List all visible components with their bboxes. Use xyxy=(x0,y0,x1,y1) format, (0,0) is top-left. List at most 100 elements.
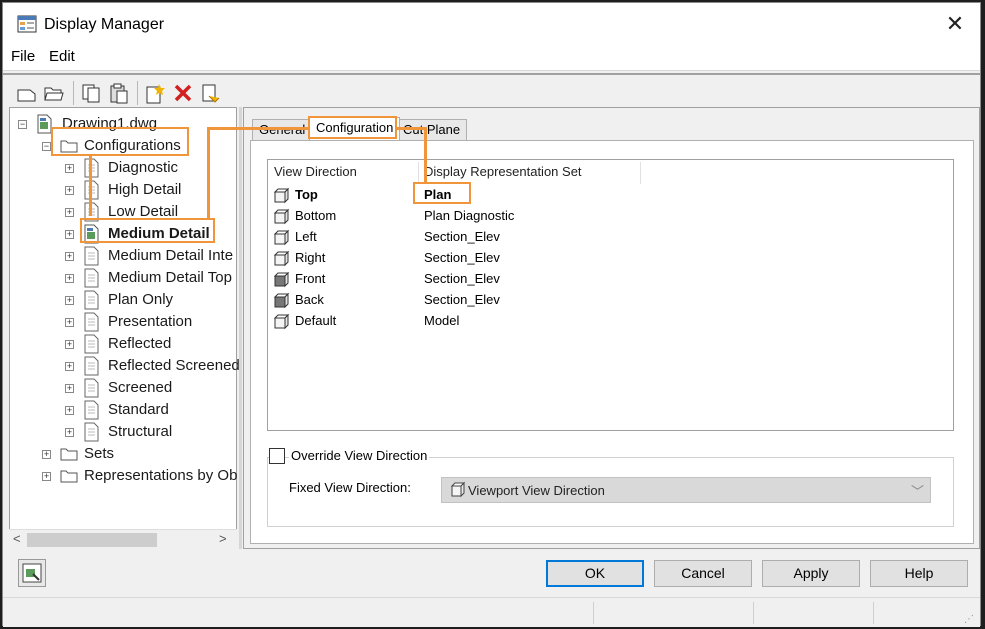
open-icon[interactable] xyxy=(43,82,65,104)
close-button[interactable]: ✕ xyxy=(942,11,968,37)
folder-icon xyxy=(60,139,78,159)
expand-icon[interactable]: + xyxy=(65,164,74,173)
tree-item-configuration[interactable]: + Standard xyxy=(10,400,236,420)
column-header-display-rep-set[interactable]: Display Representation Set xyxy=(424,164,582,179)
delete-icon[interactable] xyxy=(172,82,194,104)
expand-icon[interactable]: + xyxy=(42,472,51,481)
tree-item-configuration[interactable]: + High Detail xyxy=(10,180,236,200)
tree-item-label: Plan Only xyxy=(108,291,174,308)
fixed-view-direction-label: Fixed View Direction: xyxy=(289,480,411,495)
table-row[interactable]: Right Section_Elev xyxy=(268,248,953,268)
column-header-view-direction[interactable]: View Direction xyxy=(274,164,357,179)
configuration-icon xyxy=(83,400,100,420)
resize-grip-icon[interactable]: ⋰ xyxy=(964,614,974,625)
tree-item-configuration[interactable]: + Diagnostic xyxy=(10,158,236,178)
tree-item-configuration[interactable]: + Medium Detail Inte xyxy=(10,246,236,266)
menu-bar: File Edit xyxy=(3,45,980,71)
tree-item-label: Screened xyxy=(108,379,173,396)
view-direction-cube-icon xyxy=(273,250,290,267)
tab-configuration[interactable]: Configuration xyxy=(309,117,401,142)
expand-icon[interactable]: + xyxy=(65,340,74,349)
tree-node-representations[interactable]: + Representations by Ob xyxy=(10,466,238,486)
display-rep-set-cell[interactable]: Section_Elev xyxy=(424,292,500,307)
fixed-view-direction-select[interactable]: Viewport View Direction ﹀ xyxy=(441,477,931,503)
override-view-direction-checkbox[interactable] xyxy=(269,448,285,464)
expand-icon[interactable]: + xyxy=(65,362,74,371)
configuration-icon xyxy=(83,158,100,178)
expand-icon[interactable]: + xyxy=(65,208,74,217)
tree-item-configuration[interactable]: + Presentation xyxy=(10,312,236,332)
tree-item-configuration[interactable]: + Screened xyxy=(10,378,236,398)
expand-icon[interactable]: + xyxy=(65,406,74,415)
drawing-file-icon xyxy=(36,114,53,134)
tab-cut-plane[interactable]: Cut Plane xyxy=(396,119,468,141)
tree-root-drawing[interactable]: − Drawing1.dwg xyxy=(10,114,236,134)
tree-item-configuration[interactable]: + Reflected Screened xyxy=(10,356,240,376)
tree-item-label: Diagnostic xyxy=(108,159,179,176)
expand-icon[interactable]: + xyxy=(65,230,74,239)
expand-icon[interactable]: + xyxy=(65,296,74,305)
tree-item-configuration[interactable]: + Low Detail xyxy=(10,202,236,222)
table-row[interactable]: Bottom Plan Diagnostic xyxy=(268,206,953,226)
configuration-icon xyxy=(83,246,100,266)
expand-icon[interactable]: + xyxy=(65,252,74,261)
tree-item-configuration[interactable]: + Reflected xyxy=(10,334,236,354)
paste-icon[interactable] xyxy=(108,82,130,104)
expand-icon[interactable]: + xyxy=(65,384,74,393)
ok-button[interactable]: OK xyxy=(546,560,644,587)
display-manager-tool-icon[interactable] xyxy=(18,559,46,587)
display-rep-set-cell[interactable]: Section_Elev xyxy=(424,271,500,286)
table-row[interactable]: Front Section_Elev xyxy=(268,269,953,289)
tree-item-label: Medium Detail Inte xyxy=(108,247,234,264)
close-icon: ✕ xyxy=(945,11,965,36)
collapse-icon[interactable]: − xyxy=(18,120,27,129)
expand-icon[interactable]: + xyxy=(65,428,74,437)
table-row[interactable]: Left Section_Elev xyxy=(268,227,953,247)
table-row[interactable]: Default Model xyxy=(268,311,953,331)
display-manager-app-icon xyxy=(17,15,37,33)
tab-general[interactable]: General xyxy=(252,119,313,141)
view-direction-cube-icon xyxy=(273,229,290,246)
new-item-icon[interactable] xyxy=(144,82,166,104)
configuration-icon xyxy=(83,224,100,244)
expand-icon[interactable]: + xyxy=(65,274,74,283)
configuration-icon xyxy=(83,268,100,288)
configuration-icon xyxy=(83,334,100,354)
display-rep-set-cell[interactable]: Section_Elev xyxy=(424,229,500,244)
scroll-right-icon[interactable]: > xyxy=(219,531,227,546)
display-rep-set-cell[interactable]: Plan Diagnostic xyxy=(424,208,514,223)
configuration-tree[interactable]: − Drawing1.dwg − Configurations + Diagnostic +… xyxy=(9,107,240,549)
new-icon[interactable] xyxy=(16,82,38,104)
tree-item-configuration[interactable]: + Medium Detail xyxy=(10,224,236,244)
tree-item-configuration[interactable]: + Structural xyxy=(10,422,236,442)
help-button[interactable]: Help xyxy=(870,560,968,587)
tree-item-label: Reflected xyxy=(108,335,172,352)
expand-icon[interactable]: + xyxy=(65,186,74,195)
cancel-button[interactable]: Cancel xyxy=(654,560,752,587)
display-rep-set-cell[interactable]: Model xyxy=(424,313,459,328)
expand-icon[interactable]: + xyxy=(42,450,51,459)
tree-horizontal-scrollbar[interactable]: < > xyxy=(9,529,237,549)
table-row[interactable]: Top Plan xyxy=(268,185,953,205)
view-direction-list[interactable]: View Direction Display Representation Se… xyxy=(267,159,954,431)
menu-file[interactable]: File xyxy=(11,48,35,65)
panel-splitter[interactable] xyxy=(239,107,242,549)
display-rep-set-cell[interactable]: Section_Elev xyxy=(424,250,500,265)
apply-button[interactable]: Apply xyxy=(762,560,860,587)
tree-node-sets[interactable]: + Sets xyxy=(10,444,236,464)
menu-edit[interactable]: Edit xyxy=(49,48,75,65)
tree-item-label: Representations by Ob xyxy=(84,467,238,484)
tree-item-configuration[interactable]: + Plan Only xyxy=(10,290,236,310)
expand-icon[interactable]: + xyxy=(65,318,74,327)
collapse-icon[interactable]: − xyxy=(42,142,51,151)
tree-node-configurations[interactable]: − Configurations xyxy=(10,136,236,156)
configuration-icon xyxy=(83,202,100,222)
tree-item-configuration[interactable]: + Medium Detail Top xyxy=(10,268,236,288)
scroll-left-icon[interactable]: < xyxy=(13,531,21,546)
copy-icon[interactable] xyxy=(80,82,102,104)
purge-icon[interactable] xyxy=(199,82,221,104)
configuration-icon xyxy=(83,290,100,310)
table-row[interactable]: Back Section_Elev xyxy=(268,290,953,310)
scrollbar-thumb[interactable] xyxy=(27,533,157,547)
display-rep-set-cell[interactable]: Plan xyxy=(424,187,451,202)
